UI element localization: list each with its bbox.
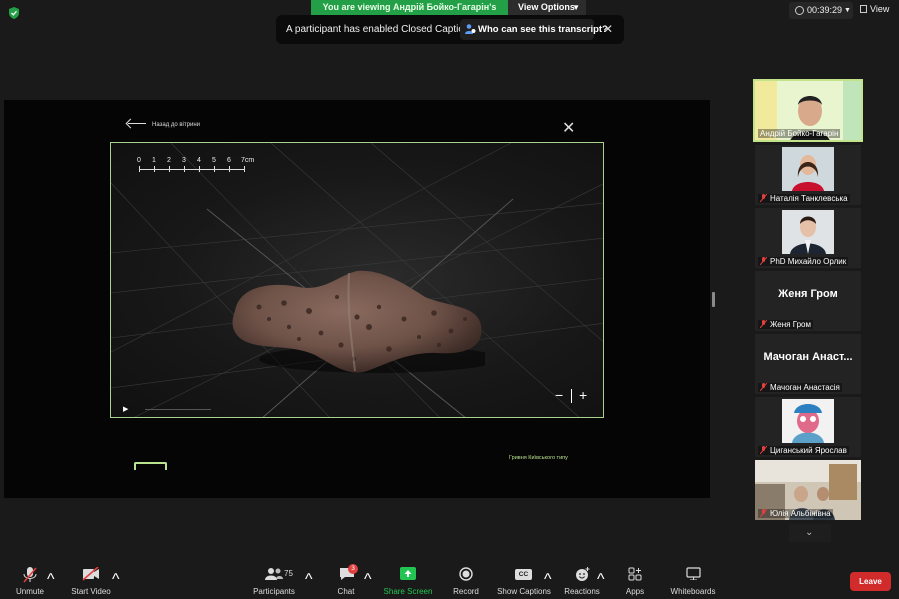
- participant-photo: [782, 210, 834, 254]
- video-off-icon: [82, 567, 99, 581]
- scale-label: 0: [137, 157, 141, 164]
- whiteboards-label: Whiteboards: [670, 587, 716, 596]
- muted-mic-icon: [23, 567, 37, 583]
- muted-mic-icon: [760, 257, 767, 265]
- close-icon[interactable]: ✕: [562, 118, 575, 138]
- viewing-screen-banner: You are viewing Андрій Бойко-Гагарін's s…: [311, 0, 508, 27]
- meeting-toolbar: Unmute ^ Start Video ^ 75 Participants ^…: [0, 561, 899, 599]
- participant-name: Женя Гром: [758, 320, 813, 329]
- reactions-label: Reactions: [564, 587, 600, 596]
- zoom-divider: [571, 389, 572, 403]
- muted-mic-icon: [760, 509, 767, 517]
- scale-label: 1: [152, 157, 156, 164]
- chevron-down-icon: ⌄: [805, 527, 814, 538]
- shared-screen: Назад до вітрини ✕ 0 1 2 3 4 5 6 7cm − +…: [4, 100, 710, 498]
- share-screen-label: Share Screen: [383, 587, 433, 596]
- participant-name: Циганський Ярослав: [758, 446, 849, 455]
- participant-name: Андрій Бойко-Гагарін: [758, 129, 841, 138]
- scale-label: 2: [167, 157, 171, 164]
- whiteboard-icon: [686, 567, 701, 580]
- smiley-icon: [576, 567, 590, 581]
- play-icon[interactable]: ▶: [123, 405, 128, 413]
- record-icon: [459, 567, 473, 581]
- closed-caption-notice: A participant has enabled Closed Caption…: [276, 15, 624, 44]
- view-label: View: [870, 4, 890, 14]
- security-shield-icon[interactable]: [8, 7, 20, 19]
- participant-tile[interactable]: Циганський Ярослав: [755, 397, 861, 457]
- gallery-scroll-down-button[interactable]: ⌄: [789, 524, 831, 542]
- close-icon[interactable]: ✕: [603, 22, 613, 36]
- transcript-visibility-button[interactable]: Who can see this transcript?: [460, 19, 608, 40]
- artifact-model[interactable]: [229, 267, 485, 379]
- chevron-down-icon: ▼: [572, 3, 580, 12]
- participants-icon: [265, 568, 283, 580]
- animation-progress-bar[interactable]: [145, 409, 211, 410]
- cc-notice-text: A participant has enabled Closed Caption…: [286, 24, 483, 35]
- chevron-up-icon[interactable]: ^: [597, 571, 605, 589]
- cc-icon: CC: [515, 569, 532, 580]
- participants-label: Participants: [253, 587, 295, 596]
- scale-label: 6: [227, 157, 231, 164]
- clock-icon: [795, 6, 804, 15]
- transcript-visibility-label: Who can see this transcript?: [478, 24, 608, 35]
- record-label: Record: [453, 587, 479, 596]
- participant-name: Наталія Танклевська: [758, 194, 850, 203]
- scale-label: 3: [182, 157, 186, 164]
- zoom-out-button[interactable]: −: [555, 387, 563, 403]
- scale-label: 4: [197, 157, 201, 164]
- person-icon: [465, 24, 476, 34]
- apps-icon: [628, 567, 642, 581]
- chat-unread-badge: 3: [348, 564, 358, 574]
- participants-count: 75: [284, 569, 293, 578]
- 3d-model-viewer[interactable]: 0 1 2 3 4 5 6 7cm − + ▶: [110, 142, 604, 418]
- participant-tile[interactable]: Наталія Танклевська: [755, 145, 861, 205]
- view-options-button[interactable]: View Options ▼: [508, 0, 586, 15]
- chat-label: Chat: [337, 587, 355, 596]
- participant-name: Мачоган Анастасія: [758, 383, 842, 392]
- view-button[interactable]: View: [860, 4, 889, 14]
- artifact-caption: Гривня Київського типу: [509, 455, 568, 461]
- scale-ruler: 0 1 2 3 4 5 6 7cm: [137, 157, 254, 177]
- muted-mic-icon: [760, 194, 767, 202]
- participant-tile[interactable]: Мачоган Анаст... Мачоган Анастасія: [755, 334, 861, 394]
- participant-display-name: Мачоган Анаст...: [763, 351, 853, 363]
- participant-name: Юлія Альбінівна: [758, 509, 833, 518]
- scale-label: 7cm: [241, 157, 255, 164]
- grid-view-icon: [860, 5, 867, 13]
- participant-tile[interactable]: PhD Михайло Орлик: [755, 208, 861, 268]
- chevron-up-icon[interactable]: ^: [47, 571, 55, 589]
- chevron-up-icon[interactable]: ^: [112, 571, 120, 589]
- muted-mic-icon: [760, 446, 767, 454]
- scale-label: 5: [212, 157, 216, 164]
- arrow-left-icon: [128, 123, 146, 124]
- participant-display-name: Женя Гром: [778, 288, 838, 300]
- chevron-down-icon: ▼: [844, 7, 851, 14]
- start-video-label: Start Video: [71, 587, 111, 596]
- timer-value: 00:39:29: [807, 5, 843, 15]
- share-screen-icon: [400, 567, 416, 580]
- participant-tile[interactable]: Женя Гром Женя Гром: [755, 271, 861, 331]
- back-label: Назад до вітрини: [152, 122, 200, 128]
- participant-tile[interactable]: Юлія Альбінівна: [755, 460, 861, 520]
- meeting-timer[interactable]: 00:39:29 ▼: [789, 2, 853, 19]
- leave-button[interactable]: Leave: [850, 572, 891, 591]
- chevron-up-icon[interactable]: ^: [364, 571, 372, 589]
- participant-photo: [782, 147, 834, 191]
- chevron-up-icon[interactable]: ^: [305, 571, 313, 589]
- participant-name: PhD Михайло Орлик: [758, 257, 849, 266]
- muted-mic-icon: [760, 320, 767, 328]
- ar-view-button[interactable]: [134, 462, 167, 470]
- zoom-in-button[interactable]: +: [579, 387, 587, 403]
- chevron-up-icon[interactable]: ^: [544, 571, 552, 589]
- split-resize-handle[interactable]: [712, 292, 715, 307]
- muted-mic-icon: [760, 383, 767, 391]
- participant-photo: [782, 399, 834, 443]
- unmute-label: Unmute: [15, 587, 44, 596]
- participant-tile[interactable]: Андрій Бойко-Гагарін: [753, 79, 863, 142]
- back-to-showcase-link[interactable]: Назад до вітрини: [128, 122, 200, 128]
- view-options-label: View Options: [518, 2, 575, 12]
- apps-label: Apps: [625, 587, 645, 596]
